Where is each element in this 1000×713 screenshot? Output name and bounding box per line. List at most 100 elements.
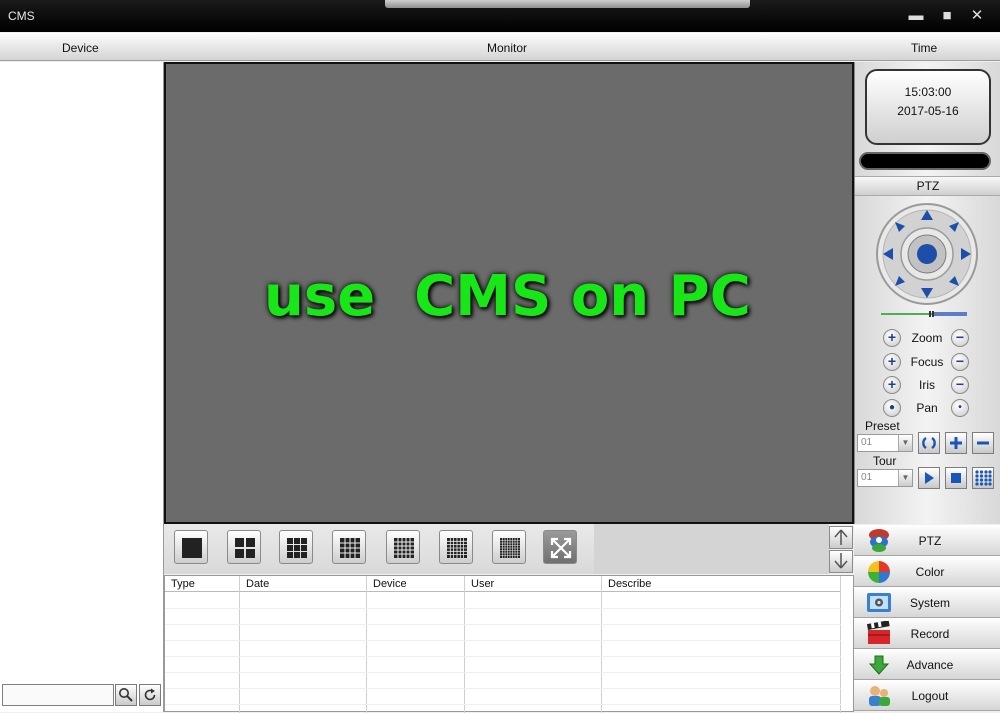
focus-out-button[interactable]: − [951,353,969,371]
tour-stop-button[interactable] [945,467,967,489]
window-title: CMS [8,9,35,23]
preset-goto-button[interactable] [918,432,940,454]
layout-64-icon [500,538,520,558]
layout-64-button[interactable] [492,530,526,564]
column-header-date[interactable]: Date [240,576,366,592]
pan-start-button[interactable]: ● [883,399,901,417]
layout-1-icon [182,538,202,558]
menu-label-system: System [909,596,950,610]
preset-label: Preset [865,419,900,433]
column-date: Date [240,576,367,713]
focus-in-button[interactable]: + [883,353,901,371]
menu-item-system[interactable]: System [854,587,1000,618]
clock-date: 2017-05-16 [897,104,959,118]
right-control-panel: 15:03:00 2017-05-16 PTZ + Zoom − + Focus… [854,62,1000,524]
layout-36-button[interactable] [439,530,473,564]
fullscreen-button[interactable] [543,530,577,564]
refresh-button[interactable] [139,684,161,706]
layout-4-button[interactable] [227,530,261,564]
column-header-type[interactable]: Type [165,576,239,592]
column-device: Device [367,576,465,713]
ptz-joystick[interactable] [875,202,979,306]
column-describe: Describe [602,576,841,713]
device-header: Device [62,41,99,55]
tour-play-button[interactable] [918,467,940,489]
record-icon [866,621,890,644]
scroll-down-button[interactable] [829,550,853,573]
layout-16-button[interactable] [332,530,366,564]
tour-grid-button[interactable] [972,467,994,489]
menu-item-advance[interactable]: Advance [854,649,1000,680]
ptz-speed-slider[interactable] [881,311,967,317]
layout-25-button[interactable] [386,530,420,564]
event-log-table[interactable]: Type Date Device User Describe [164,575,854,713]
menu-item-color[interactable]: Color [854,556,1000,587]
title-bar: CMS ▬ ■ ✕ [0,0,1000,32]
menu-label-logout: Logout [911,689,949,703]
arrow-up-icon [834,529,848,545]
menu-item-record[interactable]: Record [854,618,1000,649]
ptz-pan-row: ● Pan • [881,398,973,418]
tour-select[interactable]: 01 ▼ [857,469,913,487]
main-menu: PTZ Color System Record Advance Logout [854,524,1000,712]
preset-select[interactable]: 01 ▼ [857,434,913,452]
row-divider [165,640,841,641]
zoom-out-button[interactable]: − [951,329,969,347]
menu-label-record: Record [910,627,950,641]
section-header: Device Monitor Time [0,33,1000,61]
preset-delete-button[interactable] [972,432,994,454]
maximize-button[interactable]: ■ [936,7,958,25]
column-header-describe[interactable]: Describe [602,576,840,592]
zoom-in-button[interactable]: + [883,329,901,347]
arrow-down-icon [834,553,848,569]
monitor-header: Monitor [487,41,528,55]
menu-label-color: Color [915,565,945,579]
layout-25-icon [394,538,414,558]
preset-add-button[interactable] [945,432,967,454]
grid-dots-icon [975,470,992,486]
plus-icon [950,437,962,449]
zoom-label: Zoom [911,331,943,345]
column-header-device[interactable]: Device [367,576,464,592]
row-divider [165,656,841,657]
layout-9-icon [287,538,307,558]
pan-stop-button[interactable]: • [951,399,969,417]
color-icon [868,561,890,583]
menu-label-advance: Advance [906,658,954,672]
logout-icon [869,686,890,706]
row-divider [165,672,841,673]
layout-4-icon [235,538,255,558]
layout-1-button[interactable] [174,530,208,564]
system-icon [867,593,891,612]
preset-value: 01 [861,437,873,448]
refresh-icon [144,688,156,701]
column-header-user[interactable]: User [465,576,601,592]
iris-close-button[interactable]: − [951,376,969,394]
ptz-focus-row: + Focus − [881,352,973,372]
search-icon [119,688,133,702]
menu-label-ptz: PTZ [918,534,942,548]
device-search-input[interactable] [2,684,114,706]
toolbar-filler [594,524,829,574]
iris-open-button[interactable]: + [883,376,901,394]
ptz-iris-row: + Iris − [881,375,973,395]
ptz-zoom-row: + Zoom − [881,328,973,348]
search-button[interactable] [115,684,137,706]
scroll-up-button[interactable] [829,526,853,549]
stop-icon [951,473,961,483]
layout-toolbar [164,524,829,574]
monitor-view[interactable]: use CMS on PC [164,62,854,524]
chevron-down-icon: ▼ [898,470,912,486]
menu-item-logout[interactable]: Logout [854,680,1000,711]
menu-item-ptz[interactable]: PTZ [854,525,1000,556]
device-tree-panel[interactable] [0,62,164,712]
time-header: Time [911,41,938,55]
minimize-button[interactable]: ▬ [905,7,927,25]
focus-label: Focus [910,355,944,369]
status-bar [859,152,991,170]
layout-9-button[interactable] [279,530,313,564]
chevron-down-icon: ▼ [898,435,912,451]
close-button[interactable]: ✕ [966,7,988,25]
ptz-section-title: PTZ [855,176,1000,196]
play-icon [925,472,934,484]
